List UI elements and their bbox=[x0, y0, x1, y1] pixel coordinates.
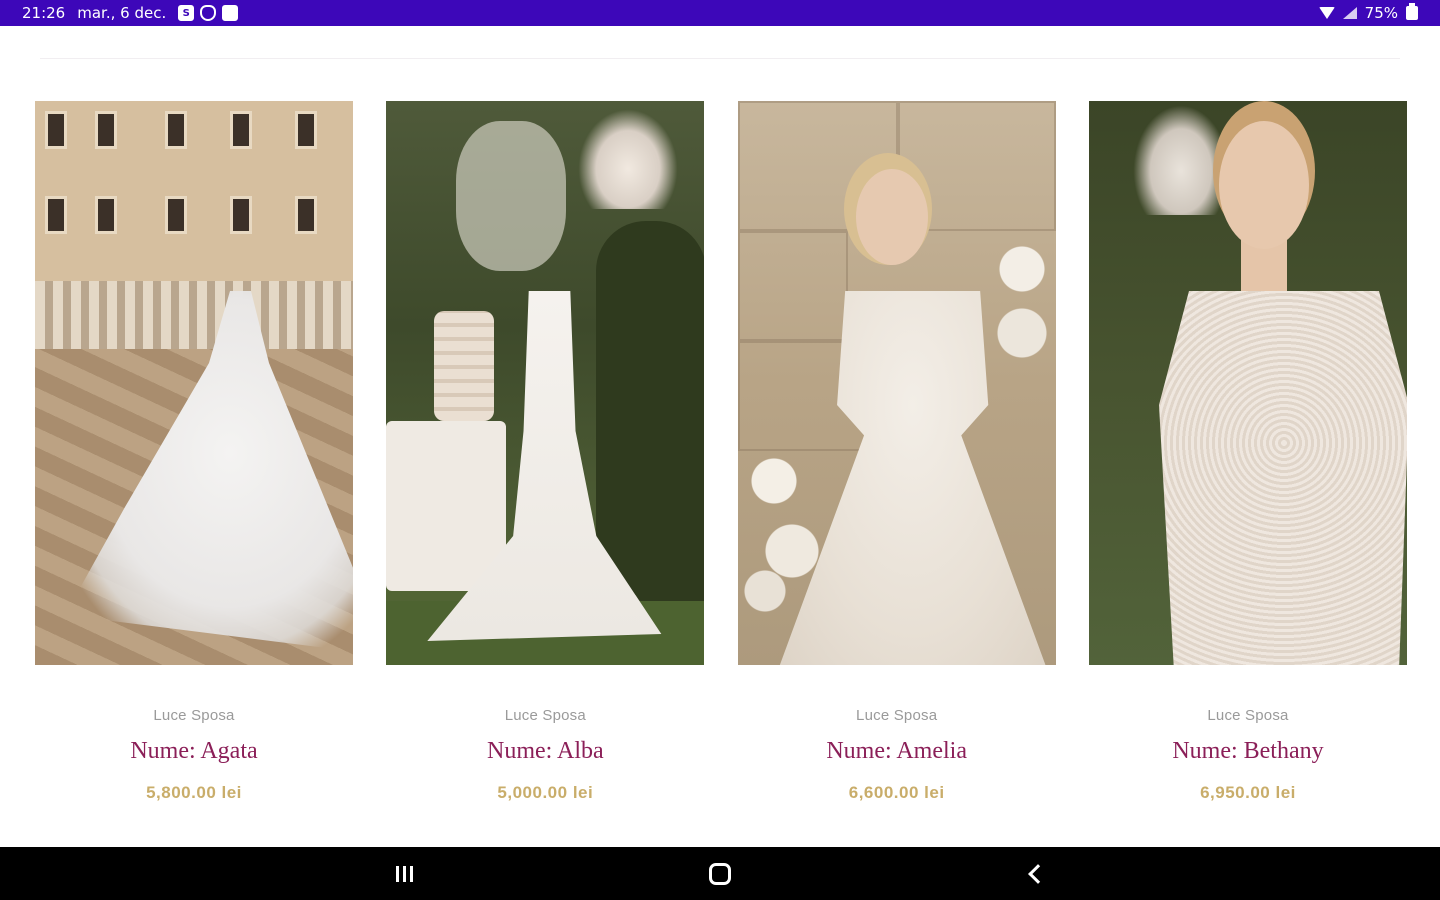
s-icon: S bbox=[178, 5, 195, 21]
cake-table bbox=[386, 421, 507, 591]
model-head bbox=[855, 169, 928, 265]
shield-icon bbox=[200, 5, 217, 21]
wifi-icon bbox=[1319, 7, 1335, 19]
status-bar: 21:26 mar., 6 dec. S 75% bbox=[0, 0, 1440, 26]
back-button[interactable] bbox=[1005, 847, 1065, 900]
back-icon bbox=[1028, 863, 1048, 884]
product-price: 6,950.00 lei bbox=[1200, 783, 1296, 802]
window bbox=[95, 196, 117, 234]
window bbox=[45, 111, 67, 149]
product-name[interactable]: Nume: Agata bbox=[130, 738, 257, 765]
balustrade bbox=[35, 281, 353, 349]
status-right: 75% bbox=[1319, 3, 1418, 22]
product-brand: Luce Sposa bbox=[1207, 707, 1289, 724]
product-price: 6,600.00 lei bbox=[848, 783, 945, 802]
chandelier bbox=[578, 109, 679, 209]
sky-patch bbox=[456, 121, 567, 271]
status-date: mar., 6 dec. bbox=[77, 4, 167, 22]
signal-icon bbox=[1342, 7, 1357, 19]
product-card-alba[interactable]: Luce Sposa Nume: Alba 5,000.00 lei bbox=[386, 101, 705, 803]
product-brand: Luce Sposa bbox=[856, 707, 938, 724]
product-brand: Luce Sposa bbox=[504, 707, 586, 724]
home-icon bbox=[709, 862, 731, 885]
wedding-cake bbox=[434, 311, 495, 421]
status-time: 21:26 bbox=[22, 4, 66, 22]
status-left: 21:26 mar., 6 dec. S bbox=[22, 4, 239, 22]
window bbox=[295, 196, 317, 234]
window bbox=[295, 111, 317, 149]
product-name[interactable]: Nume: Amelia bbox=[826, 738, 967, 765]
flowers bbox=[987, 221, 1056, 381]
header-divider bbox=[40, 58, 1400, 59]
product-card-bethany[interactable]: Luce Sposa Nume: Bethany 6,950.00 lei bbox=[1088, 101, 1407, 803]
battery-icon bbox=[1406, 3, 1418, 20]
gallery-icon bbox=[222, 5, 239, 21]
product-card-agata[interactable]: Luce Sposa Nume: Agata 5,800.00 lei bbox=[35, 101, 353, 803]
window bbox=[165, 196, 187, 234]
wedding-dress bbox=[1158, 291, 1407, 665]
stone-block bbox=[737, 231, 848, 341]
chandelier bbox=[1132, 105, 1229, 215]
navigation-bar bbox=[0, 847, 1440, 900]
product-brand: Luce Sposa bbox=[153, 707, 235, 724]
product-grid: Luce Sposa Nume: Agata 5,800.00 lei Luce… bbox=[35, 101, 1407, 803]
window bbox=[230, 111, 252, 149]
model-head bbox=[1218, 121, 1309, 249]
product-name[interactable]: Nume: Alba bbox=[487, 738, 604, 765]
window bbox=[165, 111, 187, 149]
product-price: 5,800.00 lei bbox=[146, 783, 242, 802]
product-image[interactable] bbox=[1088, 101, 1407, 665]
recents-icon bbox=[395, 865, 413, 882]
product-image[interactable] bbox=[386, 101, 705, 665]
product-price: 5,000.00 lei bbox=[497, 783, 594, 802]
window bbox=[230, 196, 252, 234]
battery-level: 75% bbox=[1364, 4, 1398, 22]
notification-icons: S bbox=[178, 5, 239, 21]
home-button[interactable] bbox=[690, 847, 750, 900]
product-image[interactable] bbox=[737, 101, 1056, 665]
recents-button[interactable] bbox=[374, 847, 434, 900]
product-name[interactable]: Nume: Bethany bbox=[1172, 738, 1323, 765]
window bbox=[45, 196, 67, 234]
window bbox=[95, 111, 117, 149]
product-card-amelia[interactable]: Luce Sposa Nume: Amelia 6,600.00 lei bbox=[737, 101, 1056, 803]
product-image[interactable] bbox=[35, 101, 353, 665]
